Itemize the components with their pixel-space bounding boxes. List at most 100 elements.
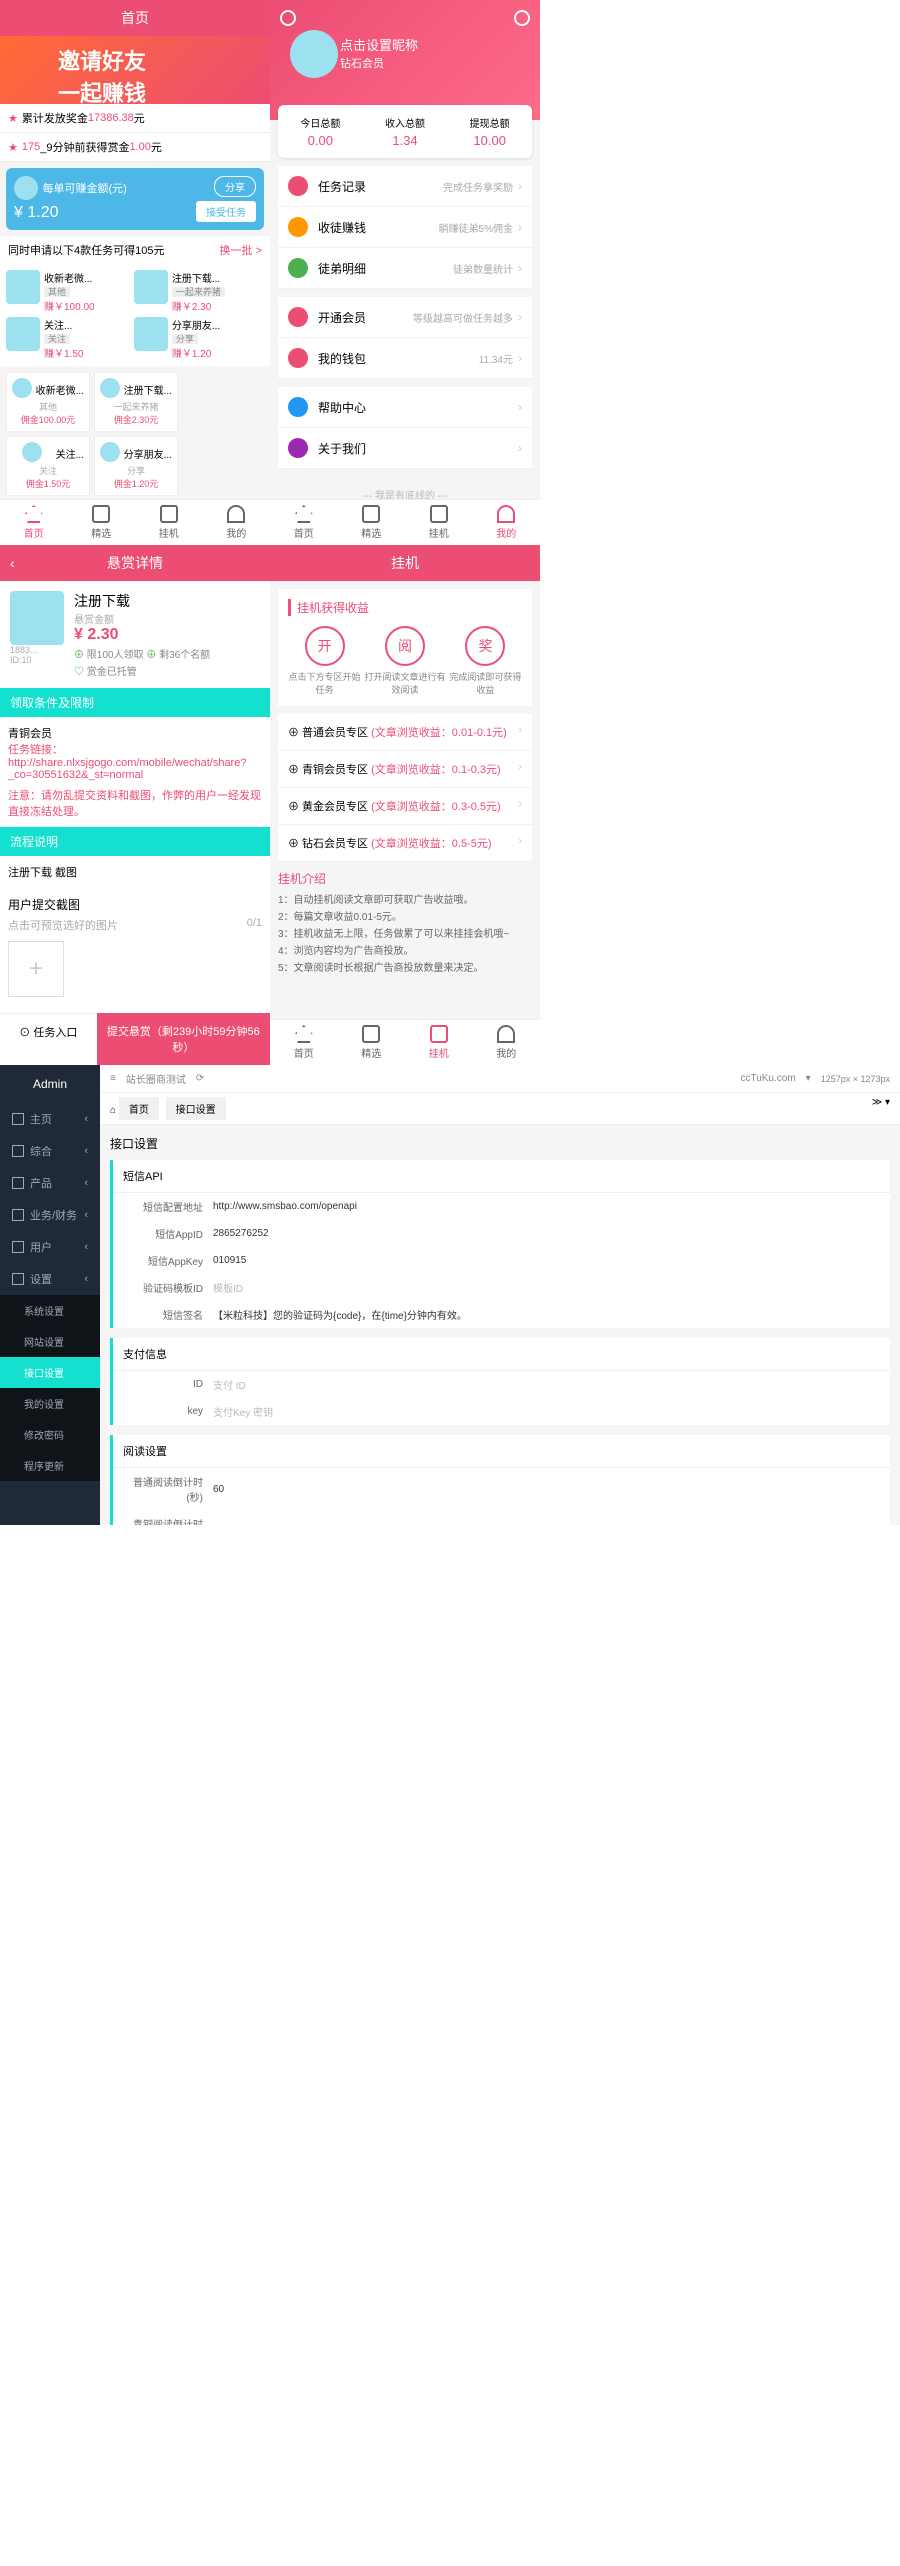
sidebar-item[interactable]: 综合‹ <box>0 1135 100 1167</box>
tab-hang[interactable]: 挂机 <box>405 1020 473 1065</box>
task-card[interactable]: 分享朋友...分享佣金1.20元 <box>94 436 178 496</box>
whale-icon <box>100 378 120 398</box>
tab-mine[interactable]: 我的 <box>473 1020 541 1065</box>
menu-item[interactable]: 关于我们› <box>278 428 532 469</box>
sidebar-subitem[interactable]: 网站设置 <box>0 1326 100 1357</box>
task-card[interactable]: 收新老微...其他佣金100.00元 <box>6 372 90 432</box>
admin-topbar: ≡ 站长圈商测试 ⟳ ccTuKu.com ▾ 1257px × 1273px <box>100 1065 900 1093</box>
task-item[interactable]: 注册下载...一起来养猪赚￥2.30 <box>134 270 258 313</box>
more-icon[interactable]: ≫ ▾ <box>872 1097 890 1108</box>
form-row: 短信签名【米粒科技】您的验证码为{code}，在{time}分钟内有效。 <box>113 1301 890 1328</box>
hang-screen: 挂机 挂机获得收益 开点击下方专区开始任务阅打开阅读文章进行有效阅读奖完成阅读即… <box>270 545 540 1065</box>
tab-hang[interactable]: 挂机 <box>405 500 473 545</box>
form-input[interactable]: 支付Key 密钥 <box>213 1404 273 1419</box>
chat-icon[interactable] <box>280 10 296 26</box>
tab-home[interactable]: 首页 <box>119 1097 159 1120</box>
invite-banner[interactable]: 邀请好友 一起赚钱 <box>0 36 270 104</box>
sidebar-item[interactable]: 设置‹ <box>0 1263 100 1295</box>
sidebar-subitem[interactable]: 我的设置 <box>0 1388 100 1419</box>
refresh-icon[interactable]: ⟳ <box>196 1073 204 1084</box>
accept-task-button[interactable]: 接受任务 <box>196 201 256 222</box>
stat-col[interactable]: 今日总额0.00 <box>278 115 363 148</box>
refresh-button[interactable]: 换一批 > <box>220 242 262 258</box>
menu-icon <box>288 176 308 196</box>
zone-item[interactable]: ⊕ 黄金会员专区 (文章浏览收益：0.3-0.5元)› <box>278 788 532 825</box>
task-card[interactable]: 注册下载...一起来养猪佣金2.30元 <box>94 372 178 432</box>
sidebar-item[interactable]: 产品‹ <box>0 1167 100 1199</box>
tab-home[interactable]: 首页 <box>0 500 68 545</box>
sidebar-item[interactable]: 主页‹ <box>0 1103 100 1135</box>
tab-home[interactable]: 首页 <box>270 500 338 545</box>
chevron-right-icon: › <box>518 179 522 193</box>
menu-icon[interactable]: ≡ <box>110 1073 116 1084</box>
gear-icon[interactable] <box>514 10 530 26</box>
tab-select[interactable]: 精选 <box>68 500 136 545</box>
step-circle[interactable]: 开点击下方专区开始任务 <box>288 626 361 696</box>
menu-item[interactable]: 帮助中心› <box>278 387 532 428</box>
nav-icon <box>12 1209 24 1221</box>
stat-col[interactable]: 收入总额1.34 <box>363 115 448 148</box>
section-conditions: 领取条件及限制 <box>0 688 270 717</box>
menu-item[interactable]: 徒弟明细徒弟数量统计› <box>278 248 532 289</box>
form-input[interactable]: 010915 <box>213 1255 246 1266</box>
step-circle[interactable]: 奖完成阅读即可获得收益 <box>449 626 522 696</box>
home-icon[interactable]: ⌂ <box>110 1105 116 1116</box>
admin-screen: Admin 主页‹综合‹产品‹业务/财务‹用户‹设置‹ 系统设置网站设置接口设置… <box>0 1065 900 1525</box>
zone-item[interactable]: ⊕ 普通会员专区 (文章浏览收益：0.01-0.1元)› <box>278 714 532 751</box>
page-title: 首页 <box>0 0 270 36</box>
task-card[interactable]: 关注...关注佣金1.50元 <box>6 436 90 496</box>
tab-select[interactable]: 精选 <box>338 500 406 545</box>
menu-icon <box>288 258 308 278</box>
panel-payment: 支付信息 ID支付 IDkey支付Key 密钥 <box>110 1338 890 1425</box>
sidebar-subitem[interactable]: 接口设置 <box>0 1357 100 1388</box>
whale-icon <box>12 378 32 398</box>
task-item[interactable]: 收新老微...其他赚￥100.00 <box>6 270 130 313</box>
sidebar-subitem[interactable]: 程序更新 <box>0 1450 100 1481</box>
tab-hang[interactable]: 挂机 <box>135 500 203 545</box>
nickname[interactable]: 点击设置昵称 <box>340 35 418 54</box>
whale-icon <box>134 317 168 351</box>
sidebar-item[interactable]: 业务/财务‹ <box>0 1199 100 1231</box>
task-entry-button[interactable]: ⊙ 任务入口 <box>0 1013 97 1065</box>
menu-item[interactable]: 我的钱包11.34元› <box>278 338 532 379</box>
task-link[interactable]: http://share.nlxsjgogo.com/mobile/wechat… <box>8 757 246 781</box>
zone-item[interactable]: ⊕ 青铜会员专区 (文章浏览收益：0.1-0.3元)› <box>278 751 532 788</box>
form-input[interactable]: 60 <box>213 1484 224 1495</box>
tab-mine[interactable]: 我的 <box>473 500 541 545</box>
form-input[interactable]: 2865276252 <box>213 1228 269 1239</box>
tab-interface[interactable]: 接口设置 <box>166 1097 226 1120</box>
whale-icon <box>14 176 38 200</box>
form-input[interactable]: 支付 ID <box>213 1377 246 1392</box>
whale-icon <box>100 442 120 462</box>
sidebar-item[interactable]: 用户‹ <box>0 1231 100 1263</box>
menu-icon <box>288 307 308 327</box>
upload-button[interactable]: + <box>8 941 64 997</box>
chevron-right-icon: › <box>518 798 522 814</box>
share-button[interactable]: 分享 <box>214 176 256 197</box>
back-icon[interactable]: ‹ <box>10 555 15 571</box>
admin-tabs: ⌂ 首页 接口设置 ≫ ▾ <box>100 1093 900 1125</box>
sidebar-subitem[interactable]: 修改密码 <box>0 1419 100 1450</box>
task-detail-screen: ‹ 悬赏详情 1883... ID:10 注册下载 悬赏金额 ¥ 2.30 ⊕ … <box>0 545 270 1065</box>
stat-col[interactable]: 提现总额10.00 <box>447 115 532 148</box>
task-item[interactable]: 关注...关注赚￥1.50 <box>6 317 130 360</box>
zone-item[interactable]: ⊕ 钻石会员专区 (文章浏览收益：0.5-5元)› <box>278 825 532 862</box>
avatar[interactable] <box>290 30 338 78</box>
sidebar-subitem[interactable]: 系统设置 <box>0 1295 100 1326</box>
menu-item[interactable]: 任务记录完成任务拿奖励› <box>278 166 532 207</box>
nav-icon <box>12 1113 24 1125</box>
task-item[interactable]: 分享朋友...分享赚￥1.20 <box>134 317 258 360</box>
task-grid: 收新老微...其他赚￥100.00注册下载...一起来养猪赚￥2.30关注...… <box>0 264 270 366</box>
tab-select[interactable]: 精选 <box>338 1020 406 1065</box>
submit-button[interactable]: 提交悬赏（剩239小时59分钟56秒） <box>97 1013 270 1065</box>
form-input[interactable]: http://www.smsbao.com/openapi <box>213 1201 357 1212</box>
tab-mine[interactable]: 我的 <box>203 500 271 545</box>
tab-home[interactable]: 首页 <box>270 1020 338 1065</box>
form-row: key支付Key 密钥 <box>113 1398 890 1425</box>
form-input[interactable]: 【米粒科技】您的验证码为{code}，在{time}分钟内有效。 <box>213 1307 467 1322</box>
step-circle[interactable]: 阅打开阅读文章进行有效阅读 <box>361 626 449 696</box>
menu-item[interactable]: 开通会员等级越高可做任务越多› <box>278 297 532 338</box>
chevron-right-icon: › <box>518 351 522 365</box>
form-input[interactable]: 模板ID <box>213 1280 243 1295</box>
menu-item[interactable]: 收徒赚钱躺赚徒弟5%佣金› <box>278 207 532 248</box>
